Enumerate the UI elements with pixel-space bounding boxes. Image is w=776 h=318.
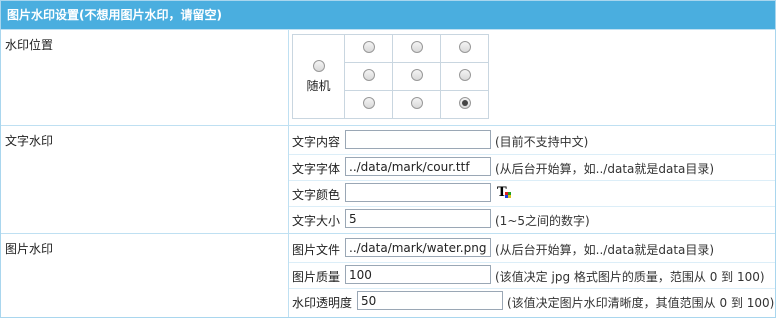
position-random-radio[interactable]: [312, 59, 325, 72]
text-color-input[interactable]: [345, 183, 491, 202]
position-cell[interactable]: [392, 62, 441, 91]
position-cell[interactable]: [344, 62, 393, 91]
position-radio-1[interactable]: [362, 41, 375, 53]
text-font-input[interactable]: [345, 157, 491, 176]
image-opacity-hint: (该值决定图片水印清晰度，其值范围从 0 到 100): [507, 296, 775, 310]
position-random-cell[interactable]: 随机: [292, 34, 345, 119]
image-watermark-row: 图片水印 图片文件 (从后台开始算，如../data就是data目录) 图片质量…: [1, 233, 775, 317]
watermark-position-label: 水印位置: [1, 30, 289, 125]
position-cell[interactable]: [392, 90, 441, 119]
text-size-row: 文字大小 (1~5之间的数字): [289, 206, 775, 231]
image-quality-row: 图片质量 (该值决定 jpg 格式图片的质量，范围从 0 到 100): [289, 262, 775, 287]
position-radio-4[interactable]: [362, 69, 375, 81]
image-opacity-input[interactable]: [357, 291, 503, 310]
text-content-row: 文字内容 (目前不支持中文): [289, 128, 775, 153]
text-font-row: 文字字体 (从后台开始算，如../data就是data目录): [289, 154, 775, 179]
position-cell[interactable]: [344, 34, 393, 63]
position-random-label: 随机: [306, 78, 331, 93]
image-quality-label: 图片质量: [292, 270, 341, 284]
text-color-picker-icon[interactable]: T: [497, 184, 513, 200]
image-watermark-label: 图片水印: [1, 234, 289, 317]
position-radio-8[interactable]: [410, 97, 423, 109]
position-cell[interactable]: [392, 34, 441, 63]
text-font-label: 文字字体: [292, 162, 341, 176]
section-header: 图片水印设置(不想用图片水印，请留空): [1, 1, 775, 29]
position-radio-3[interactable]: [458, 41, 471, 53]
text-color-label: 文字颜色: [292, 188, 341, 202]
image-file-label: 图片文件: [292, 243, 341, 257]
position-cell[interactable]: [440, 90, 489, 119]
image-file-input[interactable]: [345, 238, 491, 257]
text-size-input[interactable]: [345, 209, 491, 228]
image-opacity-row: 水印透明度 (该值决定图片水印清晰度，其值范围从 0 到 100): [289, 288, 775, 313]
position-cell[interactable]: [440, 34, 489, 63]
position-cell[interactable]: [344, 90, 393, 119]
position-radio-7[interactable]: [362, 97, 375, 109]
position-cell[interactable]: [440, 62, 489, 91]
position-radio-2[interactable]: [410, 41, 423, 53]
text-watermark-row: 文字水印 文字内容 (目前不支持中文) 文字字体 (从后台开始算，如../dat…: [1, 125, 775, 233]
position-radio-6[interactable]: [458, 69, 471, 81]
image-quality-input[interactable]: [345, 265, 491, 284]
watermark-position-row: 水印位置 随机: [1, 29, 775, 125]
watermark-settings-panel: 图片水印设置(不想用图片水印，请留空) 水印位置 随机 文字水印 文字内容 (目…: [0, 0, 776, 318]
image-file-hint: (从后台开始算，如../data就是data目录): [495, 243, 715, 257]
text-size-hint: (1~5之间的数字): [495, 214, 590, 228]
text-content-label: 文字内容: [292, 135, 341, 149]
text-content-input[interactable]: [345, 130, 491, 149]
text-watermark-label: 文字水印: [1, 126, 289, 233]
image-opacity-label: 水印透明度: [292, 296, 353, 310]
image-file-row: 图片文件 (从后台开始算，如../data就是data目录): [289, 236, 775, 261]
text-color-row: 文字颜色 T: [289, 180, 775, 205]
position-radio-5[interactable]: [410, 69, 423, 81]
text-font-hint: (从后台开始算，如../data就是data目录): [495, 162, 715, 176]
text-content-hint: (目前不支持中文): [495, 135, 589, 149]
image-quality-hint: (该值决定 jpg 格式图片的质量，范围从 0 到 100): [495, 270, 765, 284]
position-grid: 随机: [292, 34, 489, 119]
text-size-label: 文字大小: [292, 214, 341, 228]
position-radio-9[interactable]: [458, 97, 471, 109]
